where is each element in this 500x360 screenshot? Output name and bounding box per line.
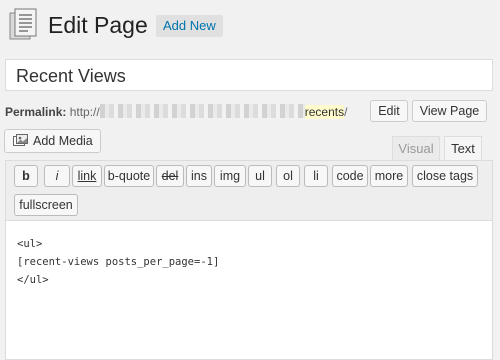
qt-close-tags-button[interactable]: close tags bbox=[412, 165, 478, 187]
qt-blockquote-button[interactable]: b-quote bbox=[104, 165, 154, 187]
qt-li-button[interactable]: li bbox=[304, 165, 328, 187]
permalink-slug[interactable]: recents bbox=[304, 105, 345, 119]
qt-italic-button[interactable]: i bbox=[44, 165, 70, 187]
qt-ul-button[interactable]: ul bbox=[248, 165, 272, 187]
qt-link-button[interactable]: link bbox=[72, 165, 102, 187]
pages-icon bbox=[8, 8, 40, 42]
tab-text[interactable]: Text bbox=[444, 136, 482, 161]
qt-code-button[interactable]: code bbox=[332, 165, 368, 187]
tab-visual[interactable]: Visual bbox=[392, 136, 440, 160]
qt-bold-button[interactable]: b bbox=[14, 165, 38, 187]
add-new-button[interactable]: Add New bbox=[156, 15, 223, 37]
content-line: </ul> bbox=[17, 274, 49, 286]
edit-permalink-button[interactable]: Edit bbox=[370, 100, 408, 122]
content-textarea[interactable]: <ul> [recent-views posts_per_page=-1] </ul… bbox=[17, 235, 219, 289]
permalink-url-suffix: / bbox=[344, 105, 348, 119]
permalink-url-prefix: http:// bbox=[69, 105, 100, 119]
qt-fullscreen-button[interactable]: fullscreen bbox=[14, 194, 78, 216]
qt-del-button[interactable]: del bbox=[156, 165, 184, 187]
quicktags-toolbar: b i link b-quote del ins img ul ol li co… bbox=[6, 161, 492, 221]
permalink-label: Permalink: bbox=[5, 105, 67, 119]
content-line: [recent-views posts_per_page=-1] bbox=[17, 256, 220, 268]
post-title-field[interactable]: Recent Views bbox=[5, 59, 493, 91]
media-icon bbox=[13, 133, 29, 155]
view-page-button[interactable]: View Page bbox=[412, 100, 487, 122]
editor-container: b i link b-quote del ins img ul ol li co… bbox=[5, 160, 493, 360]
qt-ins-button[interactable]: ins bbox=[186, 165, 212, 187]
blurred-domain bbox=[99, 104, 305, 118]
permalink-row: Permalink: http:// recents/ bbox=[5, 101, 347, 123]
add-media-button[interactable]: Add Media bbox=[4, 129, 101, 153]
post-title-value[interactable]: Recent Views bbox=[16, 64, 126, 88]
content-line: <ul> bbox=[17, 238, 43, 250]
add-media-label: Add Media bbox=[33, 134, 93, 148]
qt-more-button[interactable]: more bbox=[370, 165, 408, 187]
page-title: Edit Page bbox=[48, 12, 148, 38]
qt-img-button[interactable]: img bbox=[214, 165, 246, 187]
qt-ol-button[interactable]: ol bbox=[276, 165, 300, 187]
